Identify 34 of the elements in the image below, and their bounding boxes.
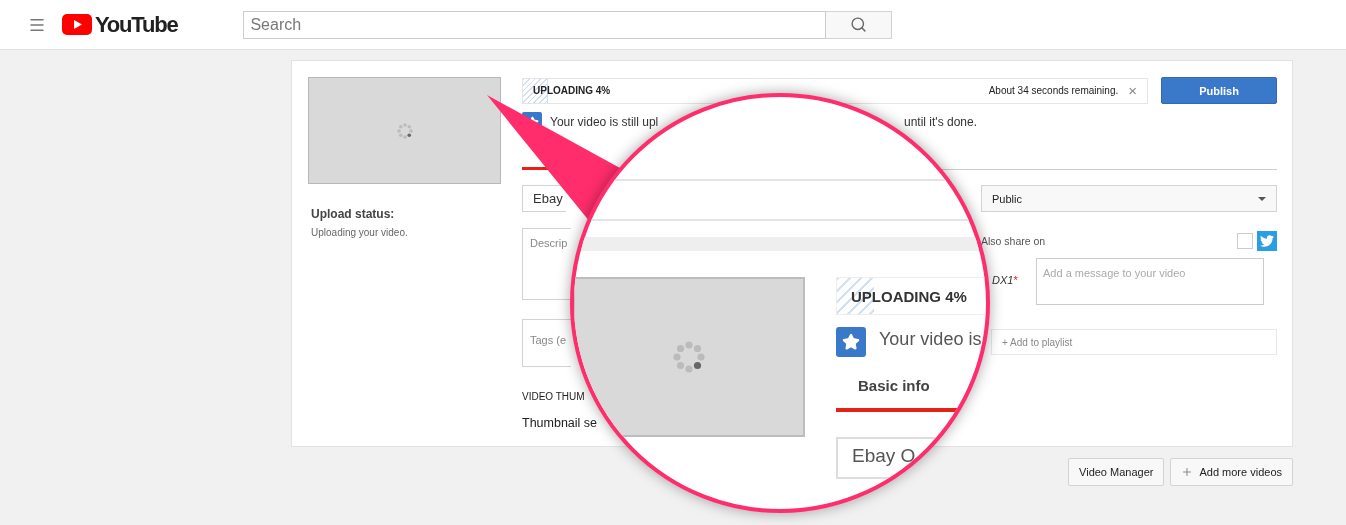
tags-field[interactable]: Tags (e <box>522 319 571 367</box>
notice-text: until it's done. <box>904 115 977 129</box>
search-field[interactable]: Search <box>243 10 827 39</box>
add-to-playlist-field[interactable]: + Add to playlist <box>991 329 1277 355</box>
publish-button[interactable]: Publish <box>1161 77 1277 104</box>
account-name: DX1* <box>991 273 1019 288</box>
magnified-notice-text: Your video is <box>879 329 982 350</box>
section-heading: VIDEO THUM <box>522 391 586 402</box>
upload-status-text: Uploading your video. <box>311 227 409 238</box>
logo-text[interactable]: YouTube <box>95 11 178 38</box>
progress-label: UPLOADING 4% <box>533 85 611 96</box>
upload-status-label: Upload status: <box>311 207 396 221</box>
basic-info-tab[interactable]: Basic info <box>858 377 930 394</box>
privacy-dropdown[interactable]: Public <box>981 185 1277 212</box>
search-button[interactable] <box>826 10 893 39</box>
share-checkbox[interactable] <box>1237 233 1253 249</box>
play-logo-icon <box>62 14 92 35</box>
description-field[interactable]: Descrip <box>522 228 571 300</box>
thumbnails-text: Thumbnail se <box>522 416 599 430</box>
title-field[interactable]: Ebay <box>522 185 566 212</box>
message-field[interactable]: Add a message to your video <box>1036 258 1264 305</box>
loading-spinner-icon <box>671 339 707 375</box>
caret-icon <box>1258 196 1266 201</box>
add-videos-button[interactable]: Add more videos <box>1170 458 1293 486</box>
search-icon <box>850 16 868 33</box>
share-label: Also share on <box>981 235 1046 247</box>
plus-icon <box>1181 466 1194 478</box>
twitter-button[interactable] <box>1257 231 1277 251</box>
notice-text: Your video is still upl <box>550 115 659 129</box>
time-remaining: About 34 seconds remaining. <box>988 85 1119 96</box>
loading-spinner-icon <box>395 121 414 140</box>
close-button[interactable]: × <box>1128 82 1137 99</box>
magnified-progress-label: UPLOADING 4% <box>851 287 967 305</box>
video-manager-button[interactable]: Video Manager <box>1068 458 1165 486</box>
